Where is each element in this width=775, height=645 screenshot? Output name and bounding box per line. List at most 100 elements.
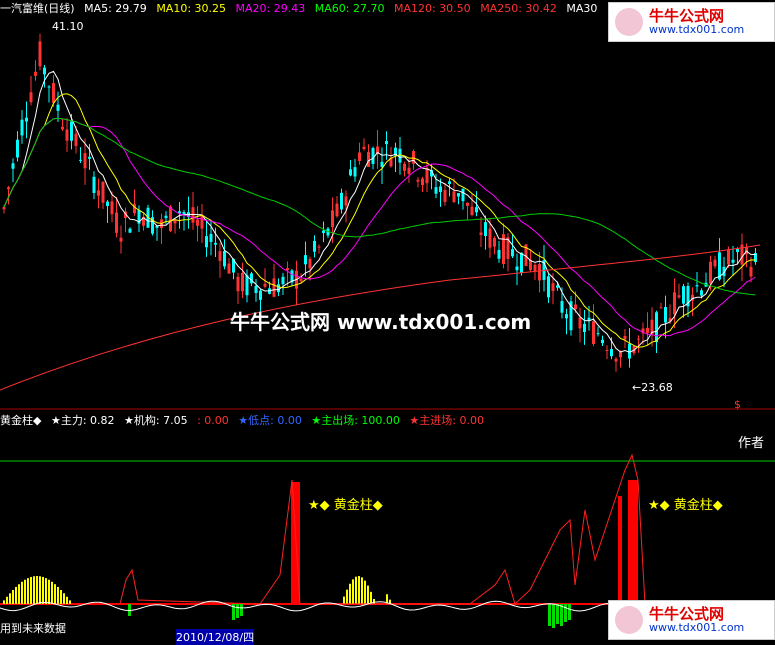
candle	[205, 219, 208, 257]
candle	[61, 118, 64, 131]
yellow-bar	[69, 600, 71, 604]
candle	[659, 302, 663, 309]
candle	[619, 350, 622, 368]
candle	[596, 326, 600, 337]
candle	[493, 236, 496, 255]
yellow-bar	[54, 584, 56, 604]
candle	[416, 177, 420, 188]
candle	[56, 91, 60, 122]
yellow-bar	[9, 593, 11, 604]
candle	[461, 188, 465, 210]
candle	[673, 278, 676, 329]
candle	[421, 176, 424, 193]
candle	[443, 182, 447, 206]
green-bar	[564, 604, 567, 622]
candle	[106, 200, 109, 224]
gold-pillar-marker-left: ★◆ 黄金柱◆	[308, 498, 383, 513]
candle	[542, 245, 546, 292]
green-bar	[556, 604, 559, 624]
yellow-bar	[15, 586, 17, 604]
yellow-bar	[51, 581, 53, 604]
candle	[79, 147, 82, 163]
candle	[407, 159, 411, 183]
yellow-bar	[39, 576, 41, 604]
yellow-bar	[45, 578, 47, 604]
candle	[650, 307, 654, 347]
yellow-bar	[24, 579, 26, 604]
yellow-bar	[18, 584, 20, 604]
candle	[322, 221, 325, 243]
candle	[29, 75, 33, 106]
candle	[34, 60, 37, 81]
yellow-bar	[343, 596, 345, 604]
candle	[200, 204, 204, 243]
candle	[718, 238, 721, 281]
green-bar	[548, 604, 551, 626]
candle	[731, 246, 735, 276]
candle	[412, 149, 415, 170]
candle	[335, 196, 339, 218]
yellow-bar	[36, 576, 38, 604]
candle	[47, 85, 51, 103]
candle	[466, 202, 469, 220]
candle	[254, 278, 258, 302]
candle	[605, 345, 609, 359]
candle	[196, 205, 199, 242]
candle	[304, 241, 307, 277]
indicator-panel[interactable]: 黄金柱◆ ★主力: 0.82 ★机构: 7.05 : 0.00 ★低点: 0.0…	[0, 410, 775, 645]
candle	[695, 272, 699, 293]
date-cursor-tag: 2010/12/08/四	[176, 629, 255, 645]
green-bar	[236, 604, 239, 618]
yellow-bar	[30, 576, 32, 604]
candle	[173, 219, 177, 234]
candle	[160, 213, 163, 245]
yellow-bar	[367, 585, 369, 604]
candle	[394, 142, 397, 172]
candle	[97, 178, 100, 209]
low-price-label: ←23.68	[632, 381, 673, 394]
candle	[403, 161, 406, 177]
yellow-bar	[63, 593, 65, 604]
candle	[25, 101, 28, 139]
yellow-bar	[361, 577, 363, 604]
site-logo[interactable]: 牛牛公式网 www.tdx001.com	[608, 2, 775, 42]
candle	[16, 131, 19, 162]
candle	[497, 240, 501, 263]
yellow-bar	[358, 576, 360, 604]
candle	[115, 197, 118, 238]
candle	[92, 171, 96, 200]
candle	[637, 335, 640, 353]
candle	[578, 307, 582, 343]
price-chart-panel[interactable]: 一汽富维(日线) MA5: 29.79 MA10: 30.25 MA20: 29…	[0, 0, 775, 411]
yellow-bar	[370, 591, 372, 604]
yellow-bar	[66, 596, 68, 604]
candle	[187, 196, 190, 229]
candle	[353, 158, 357, 182]
candle	[313, 235, 316, 258]
yellow-bar	[352, 579, 354, 604]
red-signal-line	[119, 453, 646, 605]
candle	[628, 328, 631, 368]
yellow-bar	[60, 590, 62, 604]
candle	[133, 189, 136, 216]
candle	[218, 243, 222, 278]
candle	[101, 181, 105, 209]
candle	[376, 129, 379, 169]
candle	[65, 117, 69, 152]
site-logo-bottom[interactable]: 牛牛公式网 www.tdx001.com	[608, 600, 775, 640]
yellow-bar	[373, 599, 375, 604]
candle	[38, 33, 42, 71]
candle	[565, 308, 568, 335]
candle	[470, 193, 474, 217]
future-data-note: 用到未来数据	[0, 622, 66, 635]
candle	[119, 225, 123, 254]
candle	[614, 357, 618, 372]
candle	[128, 227, 132, 234]
yellow-bar	[3, 600, 5, 604]
watermark-text: 牛牛公式网 www.tdx001.com	[230, 310, 532, 334]
candle	[686, 282, 690, 317]
candle	[515, 253, 519, 286]
candle	[677, 283, 681, 299]
candle	[20, 110, 24, 144]
candle	[281, 272, 285, 296]
